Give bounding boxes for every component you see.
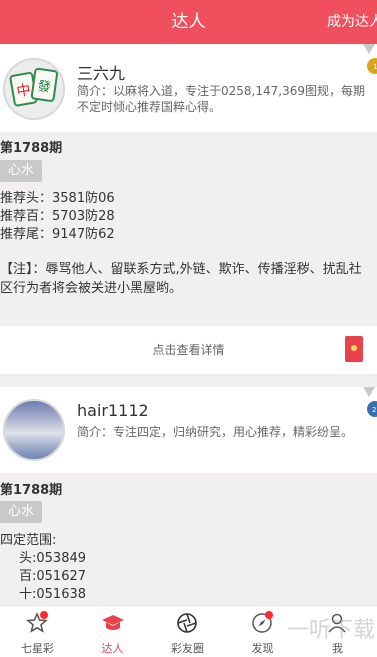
avatar[interactable]: [3, 399, 65, 461]
issue-number: 第1788期: [0, 483, 63, 498]
tab-label: 彩友圈: [171, 642, 204, 655]
top-bar: 达人 成为达人: [0, 0, 377, 44]
range-line: 百:051627: [19, 569, 87, 584]
graduation-cap-icon: [102, 615, 124, 630]
avatar[interactable]: 中 發: [3, 58, 65, 120]
svg-text:2nd: 2nd: [372, 406, 377, 414]
watermark: 一听下载: [286, 618, 375, 643]
tab-label: 达人: [101, 642, 124, 655]
notification-dot: [40, 611, 48, 619]
expert-intro: 简介：以麻将入道，专注于0258,147,369图规，每期不定时倾心推荐国粹心得…: [77, 84, 365, 114]
username[interactable]: 三六九: [77, 60, 125, 84]
expert-card: 中 發 三六九 简介：以麻将入道，专注于0258,147,369图规，每期不定时…: [0, 44, 377, 374]
prediction-line: 推荐头：3581防06: [0, 191, 115, 206]
mahjong-avatar-image: 中 發: [5, 60, 63, 118]
community-note: 【注】：辱骂他人、留联系方式,外链、欺诈、传播淫秽、扰乱社区行为者将会被关进小黑…: [0, 262, 362, 296]
view-details-button[interactable]: 点击查看详情: [0, 325, 377, 374]
view-details-label: 点击查看详情: [152, 343, 225, 357]
become-expert-button[interactable]: 成为达人: [327, 0, 377, 44]
notification-dot: [265, 611, 273, 619]
tab-daren[interactable]: 达人: [75, 606, 150, 657]
prediction-line: 推荐尾：9147防62: [0, 227, 115, 242]
red-envelope-icon[interactable]: [345, 336, 363, 362]
aperture-icon: [177, 613, 197, 633]
issue-number: 第1788期: [0, 141, 63, 156]
tag-badge: 心水: [0, 501, 42, 523]
svg-text:1st: 1st: [373, 63, 377, 71]
tab-label: 七星彩: [21, 642, 54, 655]
tag-badge: 心水: [0, 160, 42, 182]
expert-header[interactable]: hair1112 简介：专注四定，归纳研究，用心推荐，精彩纷呈。 2nd: [0, 387, 377, 473]
expert-header[interactable]: 中 發 三六九 简介：以麻将入道，专注于0258,147,369图规，每期不定时…: [0, 44, 377, 132]
range-line: 头:053849: [19, 551, 87, 566]
prediction-line: 推荐百：5703防28: [0, 209, 115, 224]
tab-qixingcai[interactable]: 七星彩: [0, 606, 75, 657]
gold-medal-icon: 1st: [363, 44, 377, 74]
range-title: 四定范围:: [0, 533, 57, 548]
expert-intro: 简介：专注四定，归纳研究，用心推荐，精彩纷呈。: [77, 425, 354, 439]
range-line: 十:051638: [19, 587, 87, 602]
tab-caiyouquan[interactable]: 彩友圈: [150, 606, 225, 657]
svg-text:發: 發: [37, 79, 52, 96]
svg-text:中: 中: [16, 82, 33, 100]
silver-medal-icon: 2nd: [363, 387, 377, 417]
page-title: 达人: [171, 12, 206, 32]
expert-card: hair1112 简介：专注四定，归纳研究，用心推荐，精彩纷呈。 2nd 第17…: [0, 387, 377, 605]
username[interactable]: hair1112: [77, 401, 149, 420]
feed[interactable]: 中 發 三六九 简介：以麻将入道，专注于0258,147,369图规，每期不定时…: [0, 44, 377, 605]
